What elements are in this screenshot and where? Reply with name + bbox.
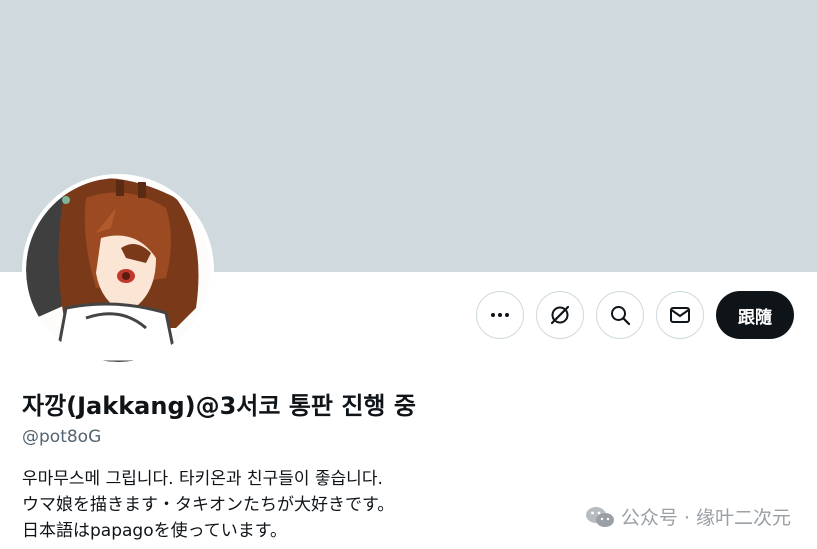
bio-line: 日本語はpapagoを使っています。 [22,521,288,541]
profile-actions: 跟隨 [476,291,794,339]
profile-display-name: 자깡(Jakkang)@3서코 통판 진행 중 [22,392,416,420]
profile-bio: 우마무스메 그립니다. 타키온과 친구들이 좋습니다. ウマ娘を描きます・タキオ… [22,466,394,544]
profile-handle: @pot8oG [22,427,102,447]
more-button[interactable] [476,291,524,339]
grok-icon [550,305,570,325]
wechat-icon [585,506,614,527]
profile-avatar[interactable] [22,174,214,366]
bio-line: 우마무스메 그립니다. 타키온과 친구들이 좋습니다. [22,469,383,489]
grok-button[interactable] [536,291,584,339]
search-button[interactable] [596,291,644,339]
avatar-image [26,178,210,362]
message-button[interactable] [656,291,704,339]
bio-line: ウマ娘を描きます・タキオンたちが大好きです。 [22,495,395,515]
mail-icon [670,307,690,323]
more-horizontal-icon [491,313,509,317]
follow-button[interactable]: 跟隨 [716,291,794,339]
watermark: 公众号 · 缘叶二次元 [585,503,791,530]
watermark-text: 公众号 · 缘叶二次元 [620,507,791,529]
search-icon [611,306,631,326]
